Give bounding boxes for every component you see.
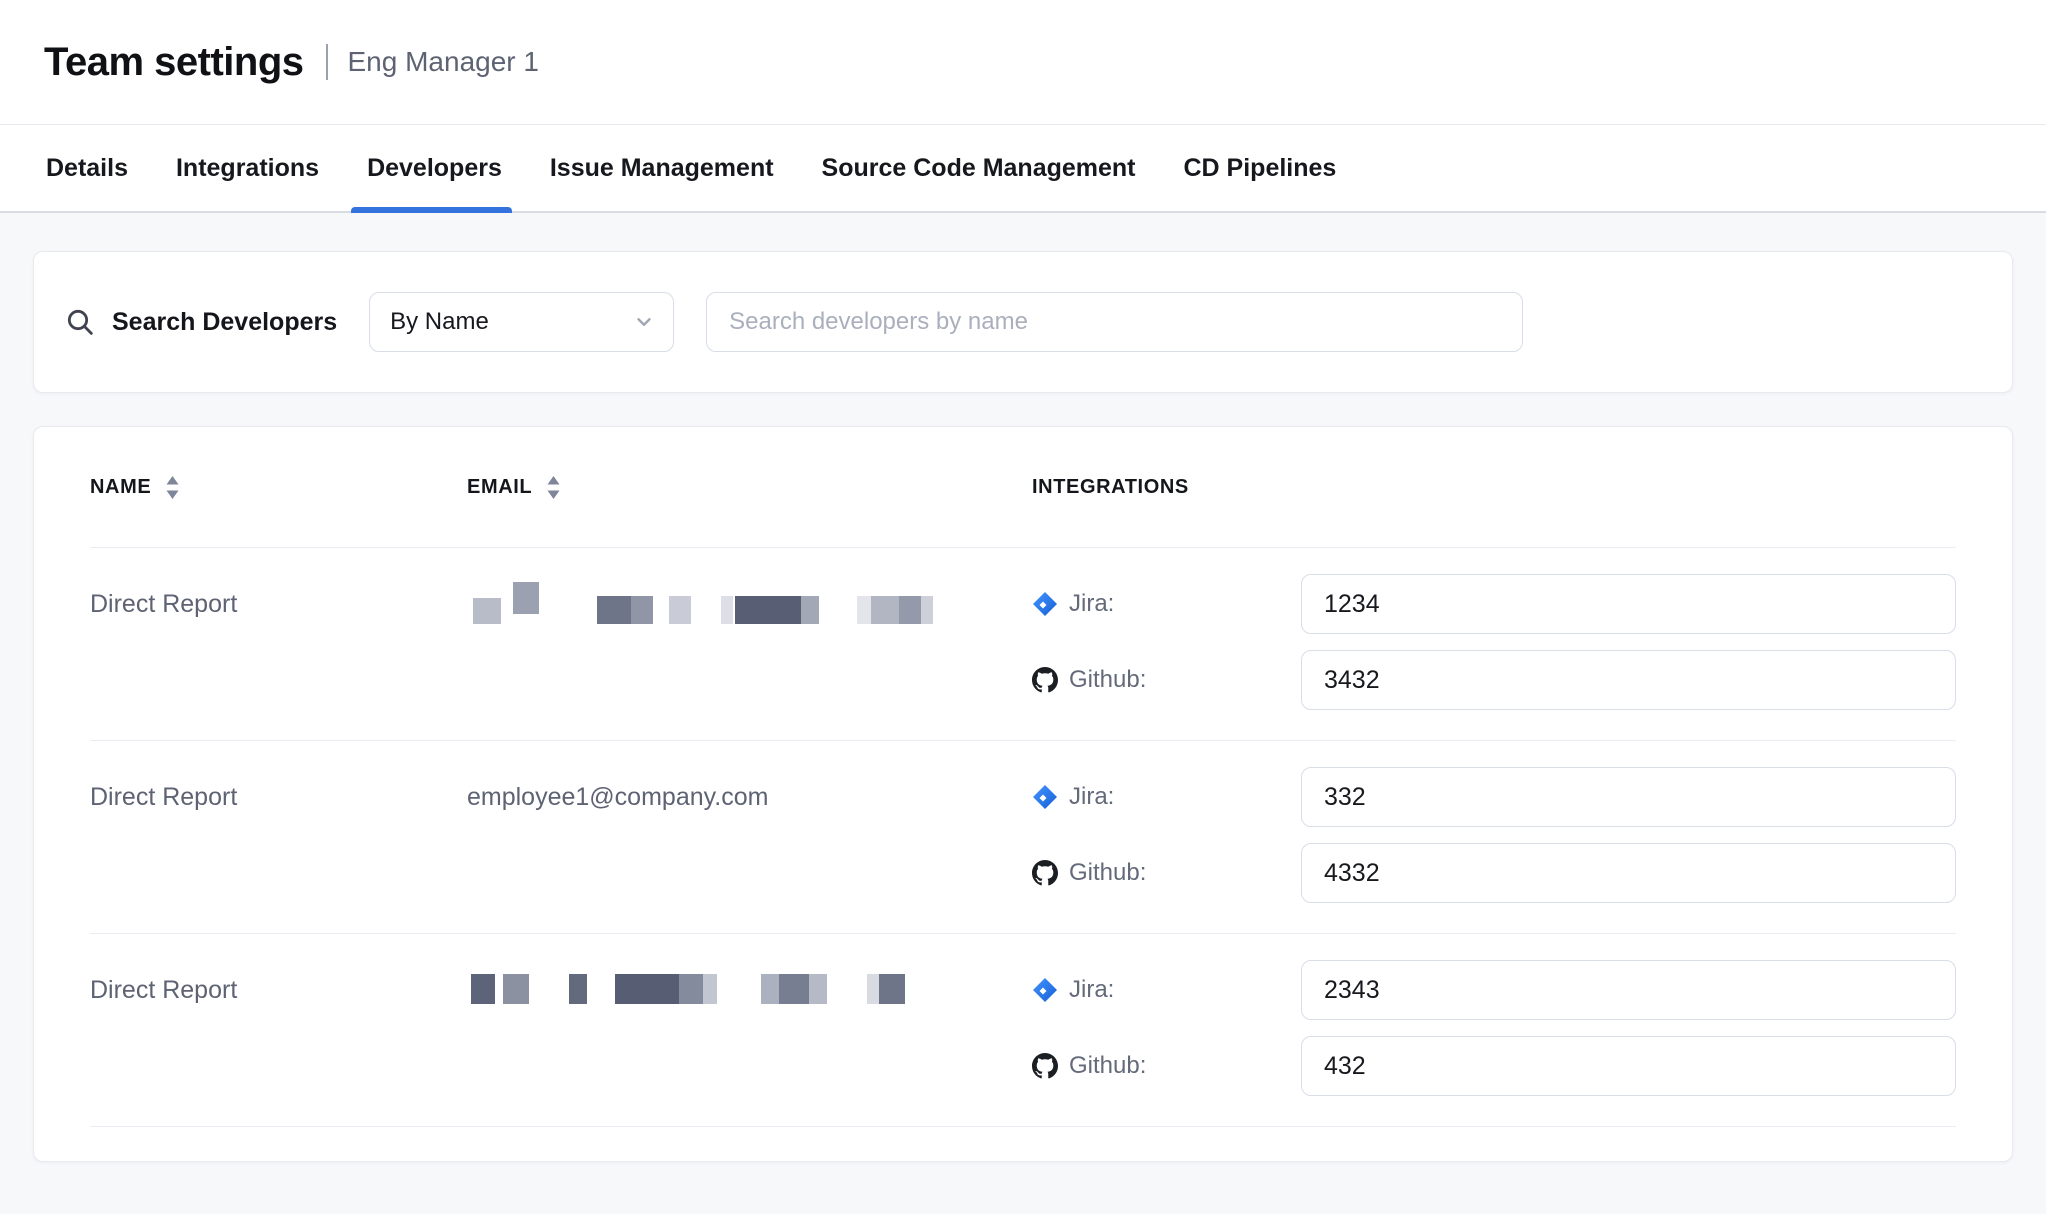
developer-name: Direct Report	[90, 960, 467, 1096]
column-header-integrations: INTEGRATIONS	[1032, 476, 1956, 499]
integrations-cell: Jira: Github:	[1032, 767, 1956, 903]
tab-details-label: Details	[46, 154, 128, 183]
github-icon	[1032, 667, 1058, 693]
jira-label: Jira:	[1069, 590, 1114, 618]
developers-table: NAME EMAIL INTEGRATIONS Direct Report	[33, 426, 2013, 1162]
tab-integrations[interactable]: Integrations	[176, 125, 319, 211]
title-separator	[326, 44, 328, 80]
chevron-down-icon	[633, 311, 655, 333]
integrations-column-label: INTEGRATIONS	[1032, 476, 1189, 499]
jira-integration-row: Jira:	[1032, 960, 1956, 1020]
github-icon	[1032, 860, 1058, 886]
redacted-email	[467, 960, 1032, 1096]
redacted-email	[467, 574, 1032, 710]
jira-icon	[1032, 977, 1058, 1003]
tab-source-code-management[interactable]: Source Code Management	[822, 125, 1136, 211]
search-icon	[64, 306, 96, 338]
integrations-cell: Jira: Github:	[1032, 574, 1956, 710]
search-filter-select[interactable]: By Name	[369, 292, 674, 352]
github-label: Github:	[1069, 1052, 1146, 1080]
sort-email-icon[interactable]	[546, 475, 561, 500]
table-row: Direct Report Jira:	[90, 934, 1956, 1127]
email-column-label: EMAIL	[467, 476, 532, 499]
table-row: Direct Report employee1@company.com Jira…	[90, 741, 1956, 934]
jira-integration-row: Jira:	[1032, 574, 1956, 634]
tab-integrations-label: Integrations	[176, 154, 319, 183]
page-title: Team settings	[44, 40, 304, 85]
search-filter-value: By Name	[390, 308, 489, 336]
jira-id-input[interactable]	[1301, 767, 1956, 827]
main-content: Search Developers By Name NAME EMAIL	[0, 251, 2046, 1162]
tab-developers-label: Developers	[367, 154, 502, 183]
github-label: Github:	[1069, 859, 1146, 887]
jira-label: Jira:	[1069, 783, 1114, 811]
tab-cd-pipelines[interactable]: CD Pipelines	[1184, 125, 1337, 211]
developer-email: employee1@company.com	[467, 767, 1032, 903]
tab-developers[interactable]: Developers	[367, 125, 502, 211]
github-id-input[interactable]	[1301, 1036, 1956, 1096]
column-header-name: NAME	[90, 475, 467, 500]
search-developers-label: Search Developers	[112, 308, 337, 337]
column-header-email: EMAIL	[467, 475, 1032, 500]
github-integration-row: Github:	[1032, 843, 1956, 903]
tab-bar: Details Integrations Developers Issue Ma…	[0, 125, 2046, 213]
jira-integration-row: Jira:	[1032, 767, 1956, 827]
tab-cd-pipelines-label: CD Pipelines	[1184, 154, 1337, 183]
jira-id-input[interactable]	[1301, 574, 1956, 634]
tab-issue-management-label: Issue Management	[550, 154, 774, 183]
tab-issue-management[interactable]: Issue Management	[550, 125, 774, 211]
github-integration-row: Github:	[1032, 1036, 1956, 1096]
tab-source-code-management-label: Source Code Management	[822, 154, 1136, 183]
github-id-input[interactable]	[1301, 843, 1956, 903]
team-name: Eng Manager 1	[348, 46, 539, 78]
github-id-input[interactable]	[1301, 650, 1956, 710]
page-header: Team settings Eng Manager 1	[0, 0, 2046, 125]
jira-icon	[1032, 591, 1058, 617]
github-integration-row: Github:	[1032, 650, 1956, 710]
name-column-label: NAME	[90, 476, 151, 499]
jira-label: Jira:	[1069, 976, 1114, 1004]
jira-id-input[interactable]	[1301, 960, 1956, 1020]
developer-name: Direct Report	[90, 574, 467, 710]
github-label: Github:	[1069, 666, 1146, 694]
tab-details[interactable]: Details	[46, 125, 128, 211]
integrations-cell: Jira: Github:	[1032, 960, 1956, 1096]
github-icon	[1032, 1053, 1058, 1079]
sort-name-icon[interactable]	[165, 475, 180, 500]
search-panel: Search Developers By Name	[33, 251, 2013, 393]
search-input[interactable]	[706, 292, 1523, 352]
jira-icon	[1032, 784, 1058, 810]
table-header-row: NAME EMAIL INTEGRATIONS	[90, 427, 1956, 548]
table-row: Direct Report Jira:	[90, 548, 1956, 741]
developer-name: Direct Report	[90, 767, 467, 903]
